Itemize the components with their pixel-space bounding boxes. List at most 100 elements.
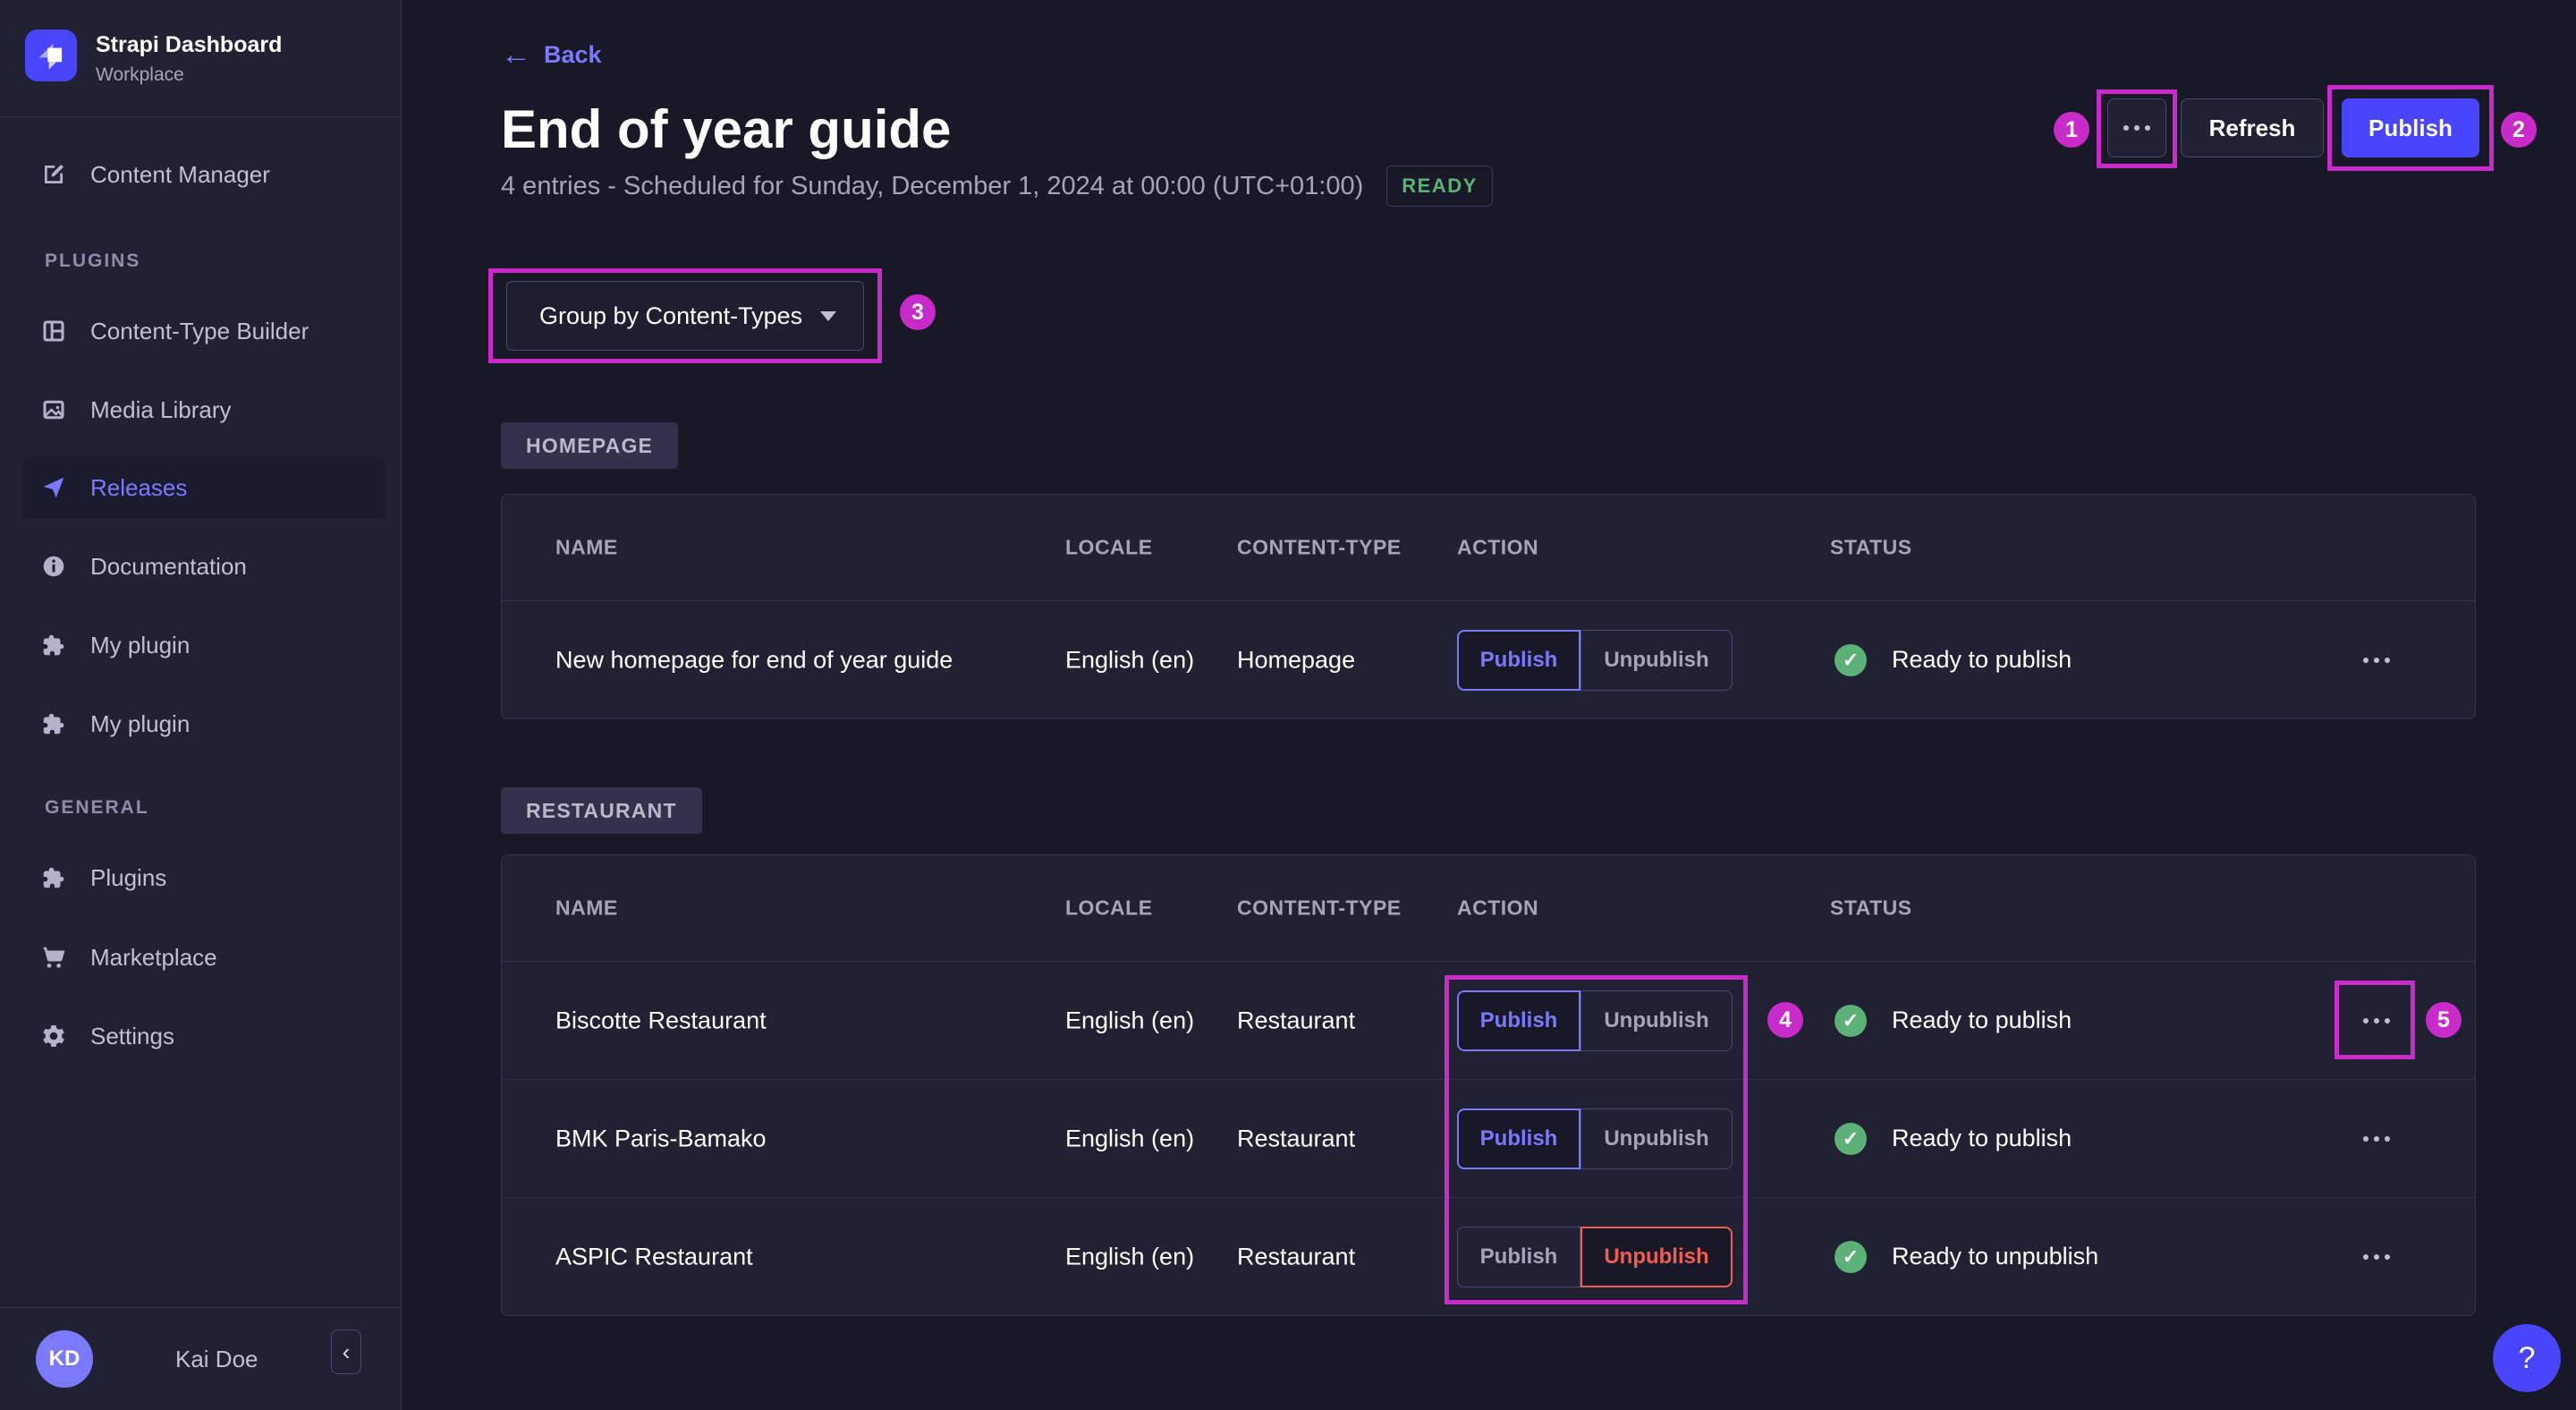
sidebar-item-label: My plugin	[90, 709, 191, 737]
table-row: ASPIC Restaurant English (en) Restaurant Pu…	[502, 1198, 2475, 1315]
column-header-name: NAME	[555, 535, 618, 559]
sidebar-item-releases[interactable]: Releases	[22, 456, 386, 519]
release-entry-name: Biscotte Restaurant	[555, 1007, 767, 1033]
sidebar-item-label: Documentation	[90, 552, 247, 580]
layout-icon	[40, 318, 67, 344]
unpublish-action-button[interactable]: Unpublish	[1580, 1108, 1733, 1169]
publish-action-button[interactable]: Publish	[1457, 1226, 1580, 1287]
help-button[interactable]: ?	[2493, 1324, 2561, 1392]
table-row: New homepage for end of year guide Englis…	[502, 601, 2475, 718]
sidebar-item-my-plugin-1[interactable]: My plugin	[22, 614, 386, 676]
publish-release-button[interactable]: Publish	[2342, 98, 2479, 157]
sidebar-item-documentation[interactable]: Documentation	[22, 535, 386, 598]
sidebar-collapse-button[interactable]: ‹	[331, 1329, 361, 1374]
column-header-name: NAME	[555, 896, 618, 920]
app-brand: Strapi Dashboard Workplace	[0, 0, 401, 117]
avatar[interactable]: KD	[36, 1330, 93, 1388]
sidebar-item-content-manager[interactable]: Content Manager	[22, 143, 386, 206]
release-more-options-button[interactable]	[2107, 98, 2166, 157]
sidebar-item-media-library[interactable]: Media Library	[22, 378, 386, 441]
sidebar-item-plugins[interactable]: Plugins	[22, 846, 386, 909]
column-header-locale: LOCALE	[1065, 535, 1153, 559]
column-header-action: ACTION	[1457, 535, 1539, 559]
check-circle-icon: ✓	[1835, 1240, 1867, 1273]
strapi-logo-icon	[25, 30, 77, 81]
release-entry-name: ASPIC Restaurant	[555, 1243, 753, 1270]
sidebar-item-marketplace[interactable]: Marketplace	[22, 926, 386, 989]
sidebar-item-label: Media Library	[90, 395, 232, 423]
entry-more-options-button[interactable]	[2341, 633, 2412, 687]
puzzle-icon	[40, 864, 67, 891]
back-link[interactable]: ← Back	[501, 39, 602, 70]
unpublish-action-button[interactable]: Unpublish	[1580, 1226, 1733, 1287]
publish-action-button[interactable]: Publish	[1457, 1108, 1580, 1169]
back-label: Back	[544, 40, 602, 68]
entry-action-toggle: Publish Unpublish	[1457, 990, 1733, 1051]
sidebar-item-settings[interactable]: Settings	[22, 1005, 386, 1067]
entry-more-options-button[interactable]	[2341, 1230, 2412, 1284]
entry-status: ✓ Ready to publish	[1835, 1004, 2072, 1037]
entry-more-options-button[interactable]	[2341, 1112, 2412, 1166]
release-subtitle: 4 entries - Scheduled for Sunday, Decemb…	[501, 171, 1364, 200]
group-by-dropdown[interactable]: Group by Content-Types	[506, 281, 864, 351]
column-header-content-type: CONTENT-TYPE	[1237, 896, 1402, 920]
column-header-action: ACTION	[1457, 896, 1539, 920]
entry-status: ✓ Ready to publish	[1835, 1122, 2072, 1155]
entry-status-label: Ready to publish	[1892, 1125, 2072, 1151]
puzzle-icon	[40, 710, 67, 737]
release-entry-name: New homepage for end of year guide	[555, 646, 953, 673]
entry-more-options-button[interactable]	[2341, 994, 2412, 1048]
release-entry-name: BMK Paris-Bamako	[555, 1125, 767, 1151]
sidebar-item-label: Settings	[90, 1022, 174, 1049]
release-entry-locale: English (en)	[1065, 646, 1195, 673]
release-entry-locale: English (en)	[1065, 1125, 1195, 1151]
release-table-restaurant: NAME LOCALE CONTENT-TYPE ACTION STATUS Biscot…	[501, 854, 2476, 1316]
refresh-button[interactable]: Refresh	[2181, 98, 2324, 157]
image-icon	[40, 396, 67, 423]
chevron-left-icon: ‹	[342, 1338, 351, 1365]
release-entry-content-type: Restaurant	[1237, 1243, 1356, 1270]
table-header-row: NAME LOCALE CONTENT-TYPE ACTION STATUS	[502, 495, 2475, 601]
group-tag-homepage: HOMEPAGE	[501, 422, 679, 469]
ellipsis-icon	[2363, 1017, 2368, 1024]
entry-action-toggle: Publish Unpublish	[1457, 629, 1733, 691]
annotation-marker-3: 3	[900, 294, 936, 330]
ellipsis-icon	[2123, 125, 2129, 131]
release-meta: 4 entries - Scheduled for Sunday, Decemb…	[501, 165, 1493, 208]
arrow-left-icon: ←	[501, 38, 531, 72]
table-header-row: NAME LOCALE CONTENT-TYPE ACTION STATUS	[502, 855, 2475, 962]
check-circle-icon: ✓	[1835, 1122, 1867, 1155]
sidebar-item-label: Marketplace	[90, 943, 217, 971]
sidebar-item-my-plugin-2[interactable]: My plugin	[22, 692, 386, 755]
release-entry-content-type: Homepage	[1237, 646, 1356, 673]
column-header-locale: LOCALE	[1065, 896, 1153, 920]
sidebar-item-label: My plugin	[90, 631, 191, 658]
info-circle-icon	[40, 553, 67, 580]
chevron-down-icon	[820, 310, 836, 321]
check-circle-icon: ✓	[1835, 1004, 1867, 1037]
cart-icon	[40, 944, 67, 971]
publish-action-button[interactable]: Publish	[1457, 990, 1580, 1051]
sidebar: Strapi Dashboard Workplace Content Manag…	[0, 0, 402, 1410]
annotation-marker-2: 2	[2501, 112, 2537, 148]
sidebar-item-label: Content Manager	[90, 160, 270, 188]
entry-action-toggle: Publish Unpublish	[1457, 1226, 1733, 1287]
sidebar-footer: KD Kai Doe ‹	[0, 1307, 401, 1410]
strapi-releases-page: Strapi Dashboard Workplace Content Manag…	[0, 0, 2576, 1410]
publish-action-button[interactable]: Publish	[1457, 629, 1580, 691]
release-entry-content-type: Restaurant	[1237, 1007, 1356, 1033]
ellipsis-icon	[2363, 1253, 2368, 1260]
page-title: End of year guide	[501, 99, 952, 159]
unpublish-action-button[interactable]: Unpublish	[1580, 990, 1733, 1051]
column-header-status: STATUS	[1830, 535, 1912, 559]
sidebar-item-content-type-builder[interactable]: Content-Type Builder	[22, 300, 386, 362]
unpublish-action-button[interactable]: Unpublish	[1580, 629, 1733, 691]
user-name: Kai Doe	[175, 1346, 258, 1372]
release-entry-content-type: Restaurant	[1237, 1125, 1356, 1151]
ellipsis-icon	[2363, 1135, 2368, 1142]
paper-plane-icon	[40, 474, 67, 501]
table-row: BMK Paris-Bamako English (en) Restaurant Pu…	[502, 1080, 2475, 1198]
group-by-value: Group by Content-Types	[539, 302, 803, 329]
status-badge: READY	[1386, 166, 1493, 207]
release-entry-locale: English (en)	[1065, 1007, 1195, 1033]
